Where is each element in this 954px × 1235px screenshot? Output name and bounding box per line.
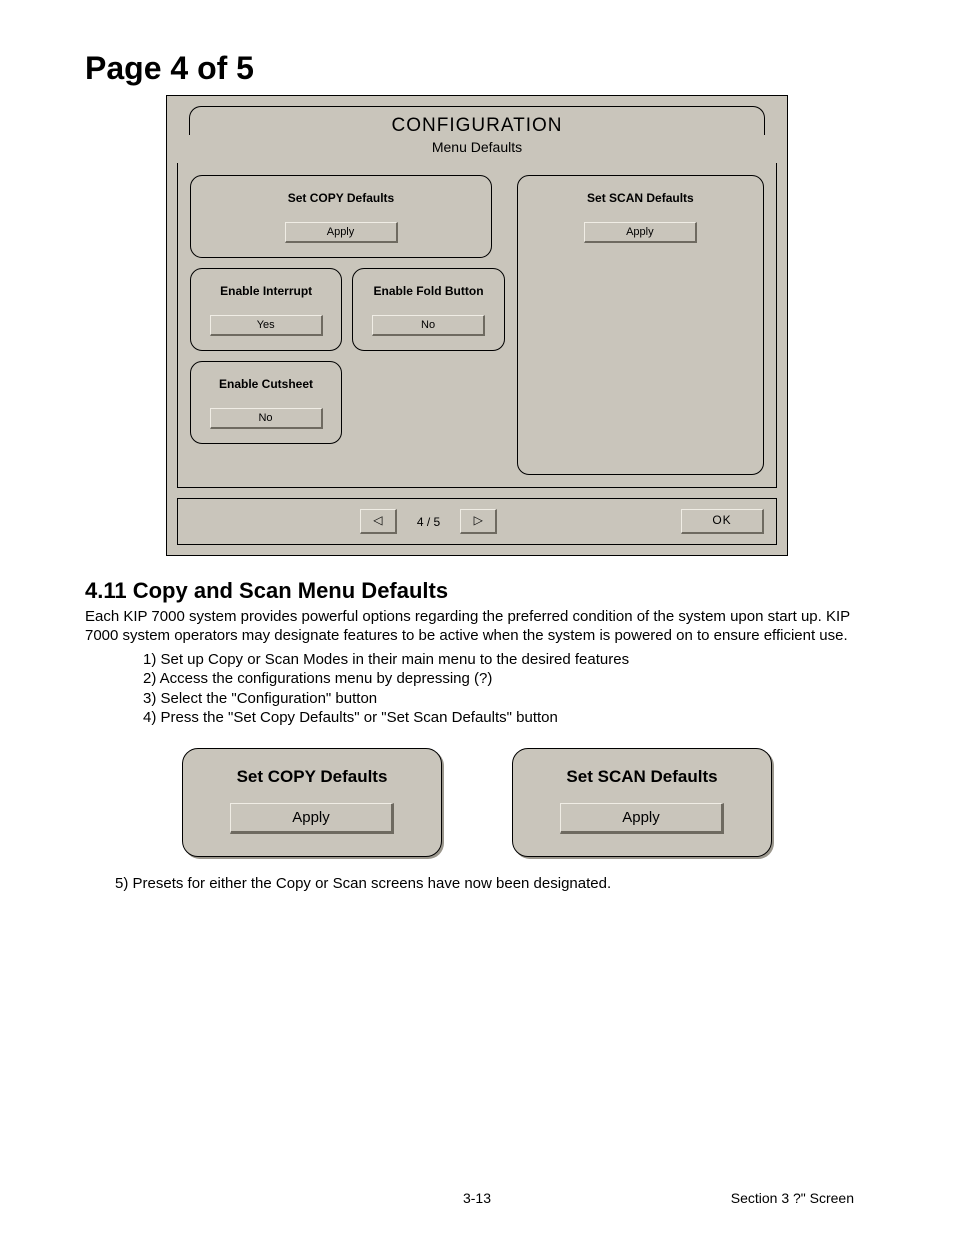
set-scan-defaults-apply-button[interactable]: Apply [584, 222, 697, 243]
enable-interrupt-box: Enable Interrupt Yes [190, 268, 342, 351]
enable-cutsheet-title: Enable Cutsheet [201, 372, 331, 398]
page-indicator: 4 / 5 [417, 515, 440, 529]
closeup-copy-box: Set COPY Defaults Apply [182, 748, 442, 857]
set-scan-defaults-title: Set SCAN Defaults [528, 186, 753, 212]
set-scan-defaults-box: Set SCAN Defaults Apply [517, 175, 764, 475]
config-subtitle: Menu Defaults [177, 139, 777, 155]
step-5: 5) Presets for either the Copy or Scan s… [115, 875, 869, 892]
section-heading: 4.11 Copy and Scan Menu Defaults [85, 578, 869, 604]
closeup-scan-title: Set SCAN Defaults [527, 767, 757, 787]
doc-page-number: 3-13 [463, 1190, 491, 1206]
enable-interrupt-title: Enable Interrupt [201, 279, 331, 305]
step-4: 4) Press the "Set Copy Defaults" or "Set… [143, 708, 869, 728]
closeup-copy-apply-button[interactable]: Apply [230, 803, 394, 834]
steps-list: 1) Set up Copy or Scan Modes in their ma… [143, 650, 869, 728]
config-footer: ◁ 4 / 5 ▷ OK [177, 498, 777, 545]
enable-fold-title: Enable Fold Button [363, 279, 493, 305]
enable-interrupt-button[interactable]: Yes [210, 315, 323, 336]
step-2: 2) Access the configurations menu by dep… [143, 669, 869, 689]
config-header: CONFIGURATION Menu Defaults [177, 106, 777, 163]
enable-fold-button[interactable]: No [372, 315, 485, 336]
section-intro: Each KIP 7000 system provides powerful o… [85, 608, 869, 646]
closeup-copy-title: Set COPY Defaults [197, 767, 427, 787]
config-body: Set COPY Defaults Apply Enable Interrupt… [177, 163, 777, 488]
closeup-scan-box: Set SCAN Defaults Apply [512, 748, 772, 857]
enable-fold-box: Enable Fold Button No [352, 268, 504, 351]
enable-cutsheet-button[interactable]: No [210, 408, 323, 429]
enable-cutsheet-box: Enable Cutsheet No [190, 361, 342, 444]
closeup-row: Set COPY Defaults Apply Set SCAN Default… [85, 748, 869, 857]
set-copy-defaults-box: Set COPY Defaults Apply [190, 175, 492, 258]
set-copy-defaults-apply-button[interactable]: Apply [285, 222, 398, 243]
prev-page-button[interactable]: ◁ [360, 509, 397, 534]
page-heading: Page 4 of 5 [85, 50, 869, 87]
doc-section-label: Section 3 ?" Screen [731, 1190, 854, 1206]
ok-button[interactable]: OK [681, 509, 764, 534]
step-1: 1) Set up Copy or Scan Modes in their ma… [143, 650, 869, 670]
pager-group: ◁ 4 / 5 ▷ [360, 509, 497, 534]
configuration-panel: CONFIGURATION Menu Defaults Set COPY Def… [166, 95, 788, 556]
set-copy-defaults-title: Set COPY Defaults [201, 186, 481, 212]
closeup-scan-apply-button[interactable]: Apply [560, 803, 724, 834]
step-3: 3) Select the "Configuration" button [143, 689, 869, 709]
config-title: CONFIGURATION [177, 112, 777, 137]
next-page-button[interactable]: ▷ [460, 509, 497, 534]
